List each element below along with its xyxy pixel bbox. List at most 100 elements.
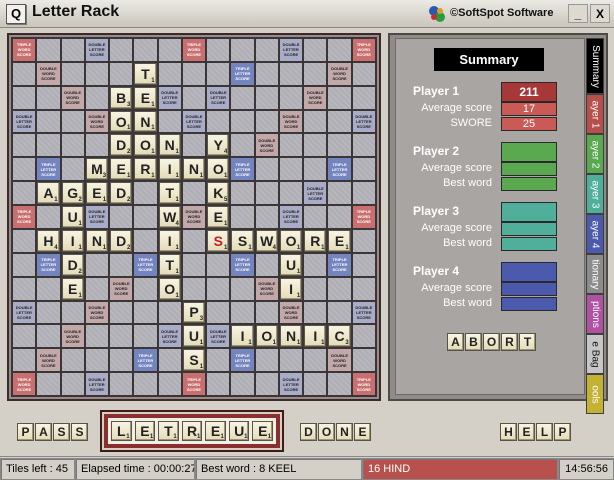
tab-5[interactable]: ayer 4 bbox=[586, 214, 604, 254]
board-cell[interactable] bbox=[255, 349, 278, 372]
board-cell[interactable] bbox=[304, 373, 327, 395]
board-cell[interactable]: TRIPLE WORD SCORE bbox=[352, 39, 375, 61]
board-cell[interactable] bbox=[13, 277, 36, 300]
board-cell[interactable]: TRIPLE LETTER SCORE bbox=[231, 158, 254, 181]
board-cell[interactable]: O1 bbox=[207, 158, 230, 181]
board-cell[interactable] bbox=[352, 62, 375, 85]
board-cell[interactable] bbox=[255, 301, 278, 324]
board-cell[interactable]: DOUBLE LETTER SCORE bbox=[352, 301, 375, 324]
board-cell[interactable] bbox=[255, 253, 278, 276]
board-cell[interactable] bbox=[13, 325, 36, 348]
board-cell[interactable] bbox=[110, 39, 133, 61]
board-cell[interactable] bbox=[207, 373, 230, 395]
board-cell[interactable] bbox=[61, 373, 84, 395]
board-cell[interactable] bbox=[158, 373, 181, 395]
board-cell[interactable]: DOUBLE WORD SCORE bbox=[279, 301, 303, 324]
board-cell[interactable] bbox=[207, 253, 230, 276]
board-cell[interactable]: B3 bbox=[110, 86, 133, 109]
board-cell[interactable]: N1 bbox=[279, 325, 303, 348]
board-cell[interactable] bbox=[85, 86, 109, 109]
board-cell[interactable]: E1 bbox=[207, 206, 230, 228]
board-cell[interactable] bbox=[231, 86, 254, 109]
board-cell[interactable]: DOUBLE LETTER SCORE bbox=[158, 325, 181, 348]
board-cell[interactable] bbox=[352, 349, 375, 372]
board-cell[interactable]: E1 bbox=[61, 277, 84, 300]
board-cell[interactable] bbox=[37, 39, 60, 61]
board-cell[interactable] bbox=[85, 277, 109, 300]
tab-8[interactable]: e Bag bbox=[586, 334, 604, 374]
board-cell[interactable]: N1 bbox=[134, 110, 157, 133]
board-cell[interactable] bbox=[110, 62, 133, 85]
board-cell[interactable]: TRIPLE LETTER SCORE bbox=[37, 158, 60, 181]
board-cell[interactable] bbox=[352, 158, 375, 181]
board-cell[interactable] bbox=[231, 206, 254, 228]
board-cell[interactable] bbox=[61, 62, 84, 85]
board-cell[interactable] bbox=[182, 277, 206, 300]
board-cell[interactable] bbox=[328, 373, 351, 395]
letter-rack[interactable]: L1E1T1R1E1U1E1 bbox=[108, 418, 276, 444]
board-cell[interactable] bbox=[304, 253, 327, 276]
board-cell[interactable] bbox=[158, 301, 181, 324]
board-cell[interactable]: DOUBLE LETTER SCOREI1 bbox=[61, 229, 84, 252]
board-cell[interactable] bbox=[279, 158, 303, 181]
board-cell[interactable] bbox=[158, 110, 181, 133]
board-cell[interactable] bbox=[61, 110, 84, 133]
board-cell[interactable] bbox=[231, 182, 254, 205]
tab-2[interactable]: ayer 1 bbox=[586, 94, 604, 134]
board-cell[interactable] bbox=[13, 253, 36, 276]
board-cell[interactable] bbox=[61, 158, 84, 181]
board-cell[interactable]: Y4 bbox=[207, 134, 230, 157]
board-cell[interactable]: DOUBLE LETTER SCORE bbox=[352, 110, 375, 133]
board-cell[interactable]: DOUBLE WORD SCORE bbox=[304, 86, 327, 109]
board-cell[interactable]: DOUBLE LETTER SCORE bbox=[279, 39, 303, 61]
board-cell[interactable] bbox=[231, 277, 254, 300]
board-cell[interactable] bbox=[304, 349, 327, 372]
board-cell[interactable] bbox=[182, 229, 206, 252]
board-cell[interactable]: N1 bbox=[85, 229, 109, 252]
board-cell[interactable] bbox=[231, 301, 254, 324]
board-cell[interactable] bbox=[134, 325, 157, 348]
board-cell[interactable] bbox=[328, 182, 351, 205]
board-cell[interactable] bbox=[304, 39, 327, 61]
tab-4[interactable]: ayer 3 bbox=[586, 174, 604, 214]
board-cell[interactable]: D2 bbox=[110, 229, 133, 252]
rack-tile[interactable]: E1 bbox=[205, 421, 226, 441]
board-cell[interactable]: DOUBLE LETTER SCORES1 bbox=[207, 229, 230, 252]
board-cell[interactable] bbox=[231, 39, 254, 61]
board-cell[interactable]: I1 bbox=[158, 158, 181, 181]
rack-tile[interactable]: E1 bbox=[134, 421, 156, 441]
board-cell[interactable]: DOUBLE WORD SCORE bbox=[328, 62, 351, 85]
board-cell[interactable] bbox=[207, 349, 230, 372]
board-cell[interactable] bbox=[231, 134, 254, 157]
board-cell[interactable]: I1 bbox=[231, 325, 254, 348]
board-cell[interactable]: TRIPLE WORD SCORE bbox=[13, 373, 36, 395]
board-cell[interactable]: DOUBLE WORD SCOREI1 bbox=[304, 325, 327, 348]
board-cell[interactable] bbox=[352, 134, 375, 157]
board-cell[interactable] bbox=[85, 253, 109, 276]
board-cell[interactable] bbox=[207, 277, 230, 300]
board-cell[interactable] bbox=[134, 229, 157, 252]
board-cell[interactable] bbox=[134, 182, 157, 205]
board-cell[interactable]: TRIPLE LETTER SCORE bbox=[328, 158, 351, 181]
board-cell[interactable]: U1 bbox=[61, 206, 84, 228]
board-cell[interactable]: D2 bbox=[110, 182, 133, 205]
board-cell[interactable]: TRIPLE WORD SCORE bbox=[13, 39, 36, 61]
help-button[interactable]: HELP bbox=[500, 423, 571, 441]
rack-tile[interactable]: U1 bbox=[228, 421, 250, 441]
board-cell[interactable]: DOUBLE WORD SCORE bbox=[255, 277, 278, 300]
board-cell[interactable]: E1 bbox=[328, 229, 351, 252]
board-cell[interactable] bbox=[255, 182, 278, 205]
board-cell[interactable] bbox=[110, 206, 133, 228]
board-cell[interactable]: DOUBLE LETTER SCORE bbox=[207, 86, 230, 109]
board-cell[interactable] bbox=[61, 349, 84, 372]
board-cell[interactable] bbox=[182, 134, 206, 157]
board-cell[interactable] bbox=[37, 325, 60, 348]
board-cell[interactable] bbox=[255, 86, 278, 109]
board-cell[interactable] bbox=[207, 110, 230, 133]
board-cell[interactable] bbox=[110, 373, 133, 395]
rack-tile[interactable]: R1 bbox=[181, 421, 203, 441]
board-cell[interactable]: O1 bbox=[279, 229, 303, 252]
board-cell[interactable]: O1 bbox=[110, 110, 133, 133]
board-cell[interactable] bbox=[352, 253, 375, 276]
board-cell[interactable]: DOUBLE LETTER SCOREP3 bbox=[182, 301, 206, 324]
